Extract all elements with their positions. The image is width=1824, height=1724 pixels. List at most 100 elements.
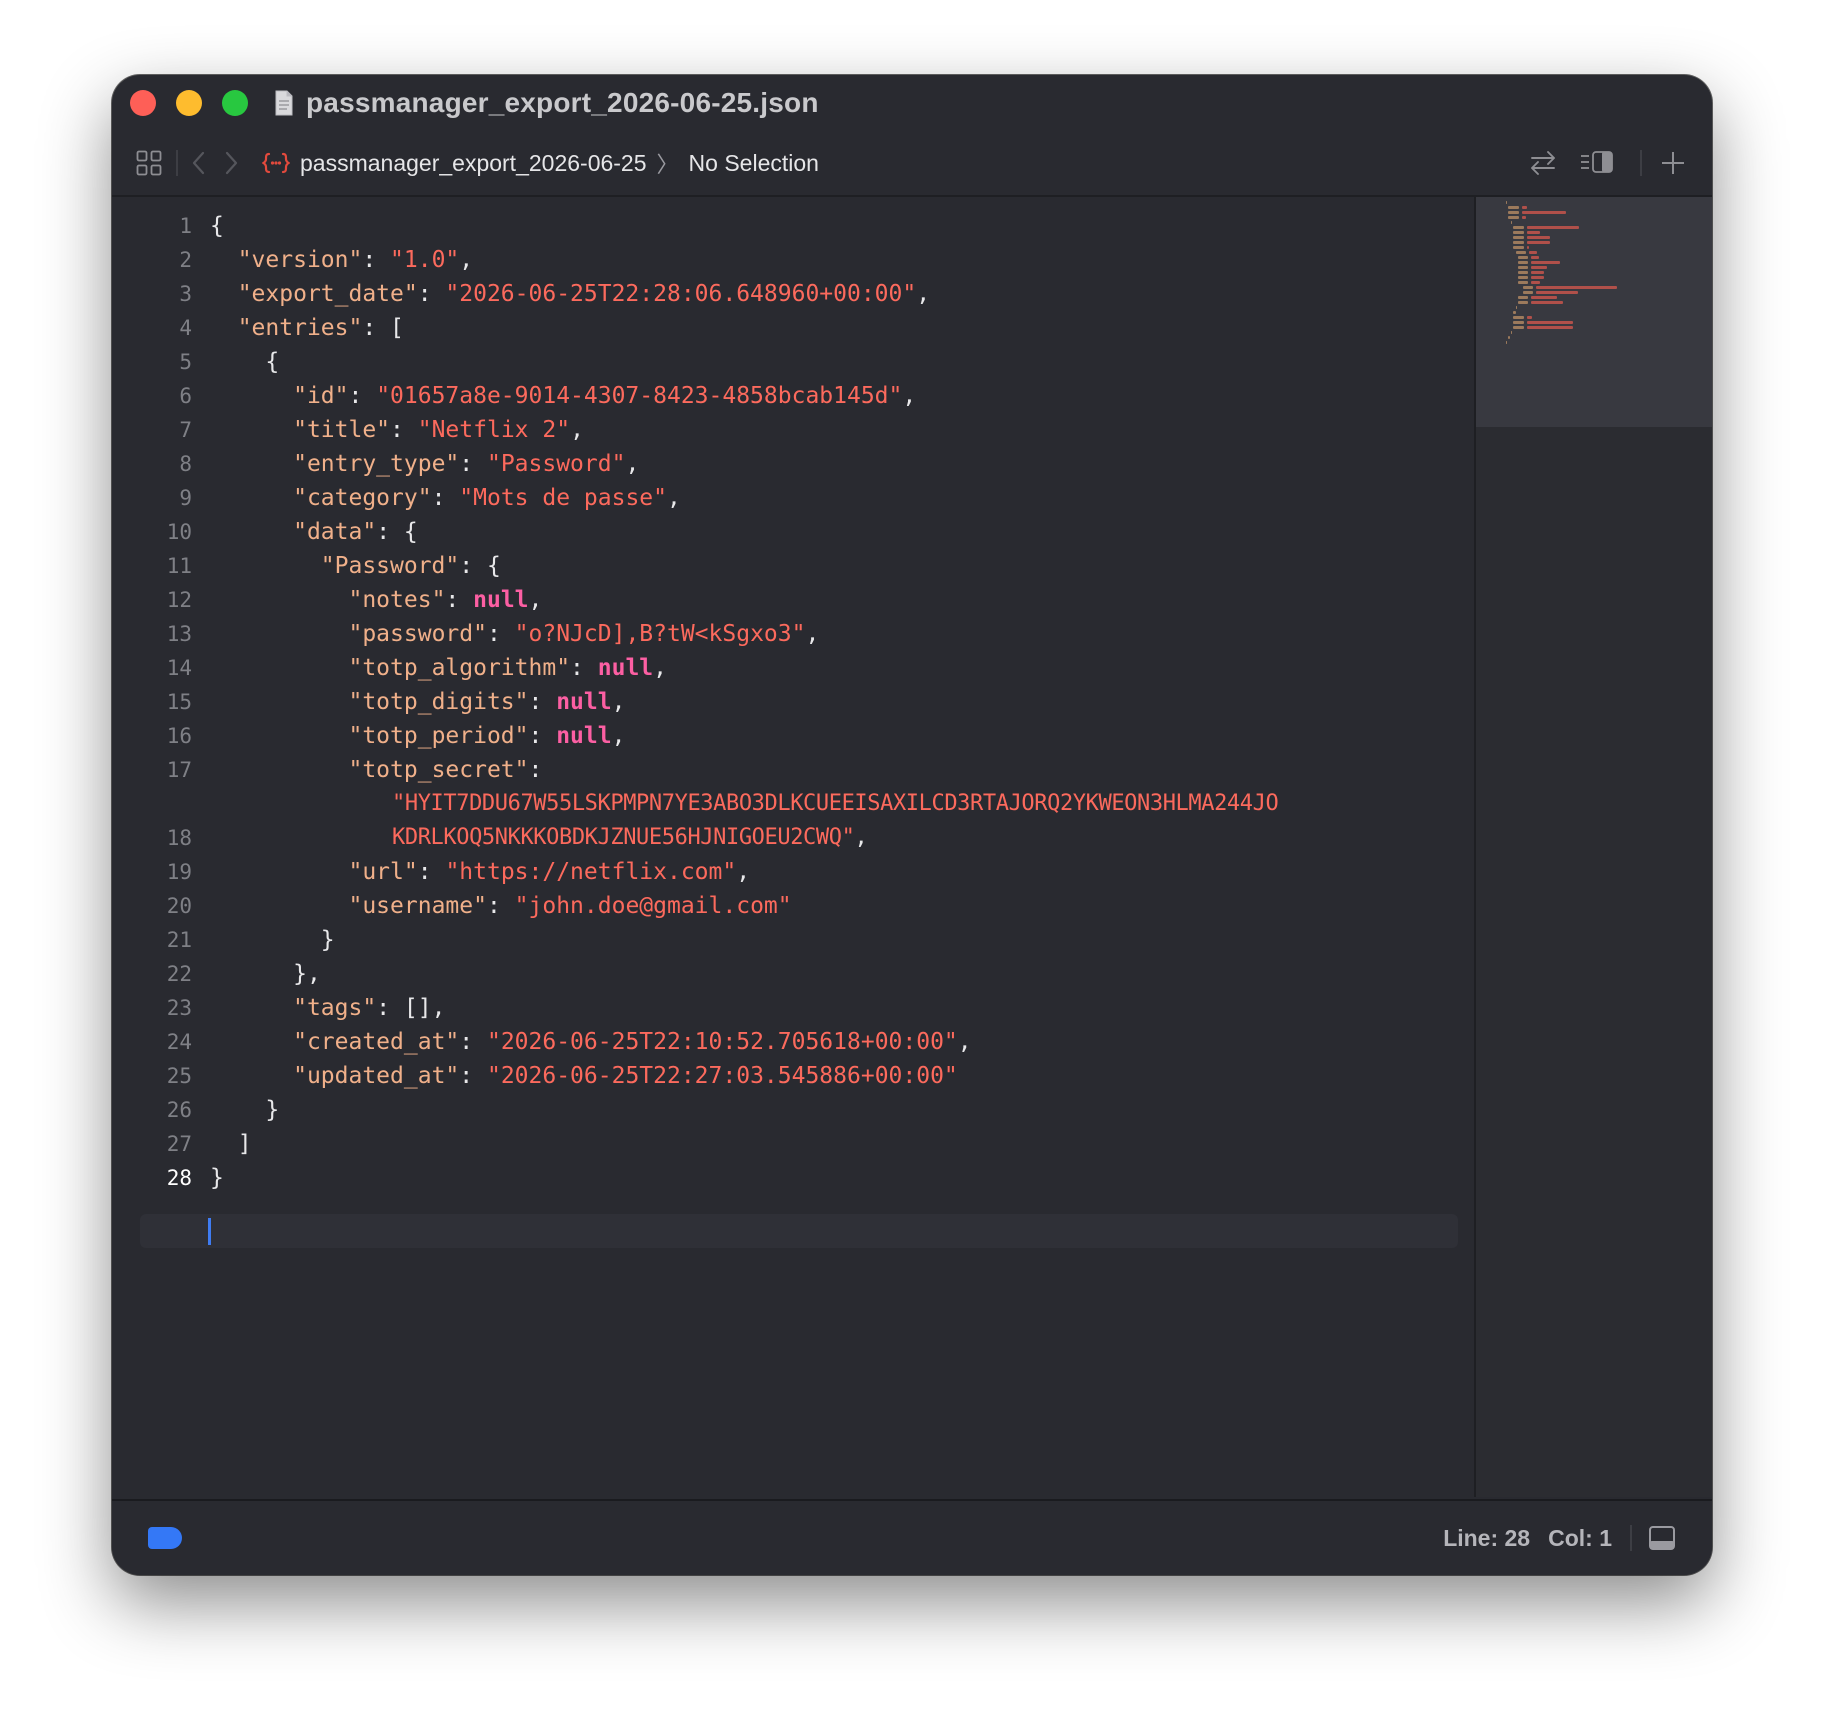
code-line: "created_at": "2026-06-25T22:10:52.70561… <box>293 1029 972 1055</box>
inspector-button[interactable] <box>1580 150 1614 176</box>
code-line: "export_date": "2026-06-25T22:28:06.6489… <box>237 281 931 307</box>
json-null: null <box>473 587 529 613</box>
title-bar: passmanager_export_2026-06-25.json <box>112 75 1712 131</box>
chevron-left-icon <box>192 151 205 175</box>
json-key: "data" <box>293 519 377 545</box>
minimap-viewport[interactable] <box>1476 197 1712 427</box>
line-number: 16 <box>166 724 192 748</box>
line-number: 6 <box>179 384 192 408</box>
line-number: 10 <box>166 520 192 544</box>
code-line: "url": "https://netflix.com", <box>348 859 751 885</box>
plus-icon <box>1662 152 1684 174</box>
minimap-line <box>1513 321 1524 324</box>
json-braces-icon <box>262 152 290 174</box>
grid-button[interactable] <box>136 150 162 176</box>
minimize-button[interactable] <box>176 90 202 116</box>
json-key: "category" <box>293 485 432 511</box>
json-string: "2026-06-25T22:27:03.545886+00:00" <box>486 1063 958 1089</box>
minimap-line <box>1515 306 1517 309</box>
code-line: }, <box>210 957 1472 991</box>
json-key: "title" <box>293 417 391 443</box>
line-number <box>112 787 192 821</box>
add-button[interactable] <box>1660 150 1686 176</box>
json-key: "notes" <box>348 587 446 613</box>
punctuation: : [ <box>362 315 404 341</box>
minimap-line <box>1518 261 1529 264</box>
back-button[interactable] <box>190 150 208 176</box>
minimap[interactable] <box>1474 197 1712 1497</box>
divider <box>1640 150 1642 176</box>
minimap-line <box>1513 246 1524 249</box>
json-string: "Mots de passe" <box>459 485 667 511</box>
json-string: "john.doe@gmail.com" <box>514 893 792 919</box>
line-number: 18 <box>166 826 192 850</box>
code-line: "username": "john.doe@gmail.com" <box>348 893 792 919</box>
minimap-line <box>1531 281 1541 284</box>
line-number: 21 <box>166 928 192 952</box>
code-line: "category": "Mots de passe", <box>293 485 681 511</box>
minimap-line <box>1513 311 1516 314</box>
brace: } <box>210 1165 224 1191</box>
minimap-line <box>1513 241 1524 244</box>
breadcrumb-selection[interactable]: No Selection <box>689 150 819 177</box>
code-line-wrapped: KDRLKOQ5NKKKOBDKJZNUE56HJNIGOEU2CWQ", <box>392 825 868 850</box>
json-string: "HYIT7DDU67W55LSKPMPN7YE3ABO3DLKCUEEISAX… <box>392 791 1279 816</box>
zoom-button[interactable] <box>222 90 248 116</box>
line-number: 19 <box>166 860 192 884</box>
code-line: "title": "Netflix 2", <box>293 417 584 443</box>
json-string: KDRLKOQ5NKKKOBDKJZNUE56HJNIGOEU2CWQ" <box>392 825 855 850</box>
json-key: "username" <box>348 893 487 919</box>
brace: { <box>210 213 224 239</box>
minimap-line <box>1536 286 1617 289</box>
breadcrumb-file[interactable]: passmanager_export_2026-06-25 <box>300 150 647 177</box>
line-number: 22 <box>166 962 192 986</box>
json-key: "totp_period" <box>348 723 529 749</box>
code-text[interactable]: { "version": "1.0", "export_date": "2026… <box>210 209 1472 1229</box>
json-string: "1.0" <box>390 247 460 273</box>
minimap-line <box>1513 236 1524 239</box>
minimap-line <box>1522 291 1534 294</box>
jump-bar-actions <box>1528 131 1686 195</box>
line-indicator: Line: 28 <box>1443 1524 1531 1551</box>
close-button[interactable] <box>130 90 156 116</box>
code-line: "entry_type": "Password", <box>293 451 640 477</box>
minimap-line <box>1531 296 1558 299</box>
minimap-line <box>1510 331 1513 334</box>
line-number: 14 <box>166 656 192 680</box>
code-editor[interactable]: 1 2 3 4 5 6 7 8 9 10 11 12 13 14 15 16 1… <box>112 197 1472 1497</box>
editor-window: passmanager_export_2026-06-25.json passm… <box>112 75 1712 1575</box>
json-key: "entries" <box>237 315 363 341</box>
forward-button[interactable] <box>222 150 240 176</box>
code-line: "updated_at": "2026-06-25T22:27:03.54588… <box>293 1063 958 1089</box>
code-line: "password": "o?NJcD],B?tW<kSgxo3", <box>348 621 820 647</box>
minimap-line <box>1515 251 1526 254</box>
json-key: "entry_type" <box>293 451 460 477</box>
tag-icon[interactable] <box>148 1527 182 1549</box>
json-string: "o?NJcD],B?tW<kSgxo3" <box>514 621 806 647</box>
minimap-line <box>1518 301 1529 304</box>
divider <box>176 150 178 176</box>
line-number: 25 <box>166 1064 192 1088</box>
line-number: 23 <box>166 996 192 1020</box>
json-key: "updated_at" <box>293 1063 460 1089</box>
json-null: null <box>597 655 654 681</box>
line-number-current: 28 <box>166 1166 192 1190</box>
brace: }, <box>293 961 321 987</box>
minimap-line <box>1531 301 1563 304</box>
minimap-line <box>1531 271 1545 274</box>
code-line: "totp_secret": <box>348 757 543 783</box>
minimap-line <box>1518 296 1529 299</box>
json-string: "2026-06-25T22:10:52.705618+00:00" <box>486 1029 958 1055</box>
code-line-wrapped: "HYIT7DDU67W55LSKPMPN7YE3ABO3DLKCUEEISAX… <box>210 787 1472 821</box>
line-number: 20 <box>166 894 192 918</box>
panel-toggle-button[interactable] <box>1648 1525 1676 1551</box>
minimap-line <box>1531 276 1545 279</box>
code-line: "Password": { <box>210 549 1472 583</box>
minimap-line <box>1526 326 1574 329</box>
code-line: } <box>210 1161 1472 1195</box>
swap-button[interactable] <box>1528 148 1558 178</box>
document-icon <box>275 90 293 116</box>
line-number-gutter: 1 2 3 4 5 6 7 8 9 10 11 12 13 14 15 16 1… <box>112 209 192 1195</box>
code-line: "tags": [], <box>210 991 1472 1025</box>
json-key: "created_at" <box>293 1029 460 1055</box>
